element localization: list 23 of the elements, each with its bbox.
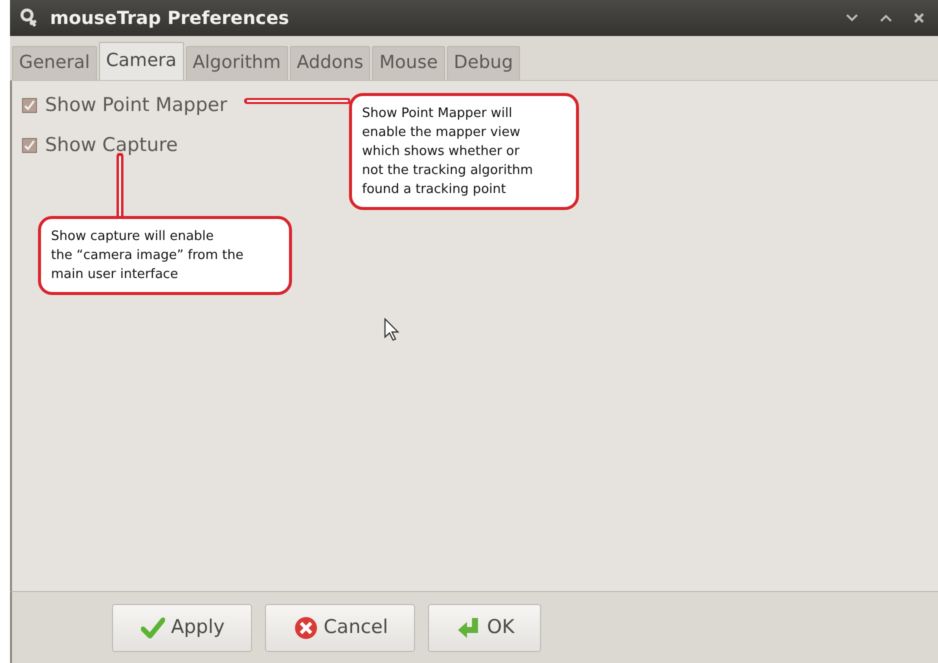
checkbox-label[interactable]: Show Capture [45,130,178,160]
ok-button[interactable]: OK [428,604,542,652]
checkbox[interactable] [22,138,37,152]
minimize-icon[interactable] [846,14,858,22]
window-title: mouseTrap Preferences [50,6,290,30]
tab[interactable]: Camera [98,42,184,80]
callout: Show capture will enable the “camera image” from the main user interface [38,216,292,295]
leader-line [114,153,126,217]
tab[interactable]: Mouse [372,46,445,80]
cancel-icon [294,616,318,640]
checkbox[interactable] [22,98,37,112]
cursor-icon [384,318,400,342]
close-icon[interactable] [914,13,924,23]
tab[interactable]: Addons [290,46,370,80]
tab[interactable]: General [12,46,97,80]
checkbox-label[interactable]: Show Point Mapper [45,90,228,120]
tab[interactable]: Algorithm [186,46,288,80]
maximize-icon[interactable] [880,14,892,22]
callout: Show Point Mapper will enable the mapper view which shows whether or not the tracking algorithm found a tracking point [349,93,579,210]
apply-button[interactable]: Apply [112,604,252,652]
cancel-button[interactable]: Cancel [264,604,416,652]
tab[interactable]: Debug [446,46,520,80]
check-icon [141,616,165,640]
